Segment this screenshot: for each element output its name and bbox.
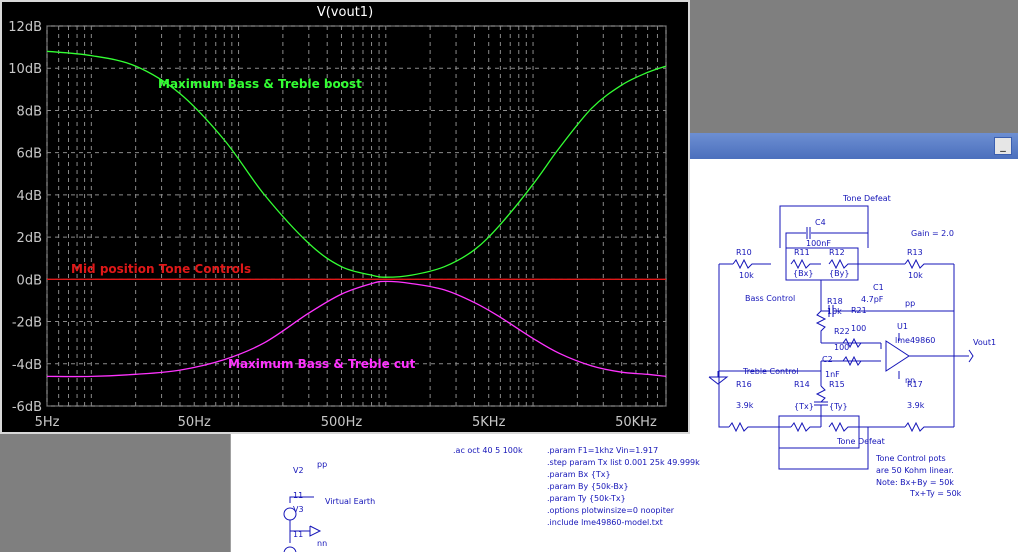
r22-value: 100 (834, 343, 849, 352)
r18-value: 10k (827, 307, 842, 316)
r14-value: {Tx} (794, 402, 814, 411)
r16-label: R16 (736, 380, 752, 389)
v3-value: 11 (293, 530, 303, 539)
r17-label: R17 (907, 380, 923, 389)
r12-label: R12 (829, 248, 845, 257)
directive-step: .step param Tx list 0.001 25k 49.999k (547, 458, 700, 467)
r10-value: 10k (739, 271, 754, 280)
gain-label: Gain = 2.0 (911, 229, 954, 238)
plot-title: V(vout1) (316, 5, 374, 20)
directive-param-ty: .param Ty {50k-Tx} (547, 494, 626, 503)
y-axis-ticks: 12dB 10dB 8dB 6dB 4dB 2dB 0dB -2dB -4dB -6dB (8, 20, 42, 415)
note-line-3: Note: Bx+By = 50k (876, 478, 954, 487)
u1-label: U1 (897, 322, 908, 331)
note-line-4: Tx+Ty = 50k (909, 489, 962, 498)
y-tick-label: -2dB (12, 316, 42, 331)
v2-value: 11 (293, 491, 303, 500)
x-axis-ticks: 5Hz 50Hz 500Hz 5KHz 50KHz (35, 415, 657, 430)
boost-annotation: Maximum Bass & Treble boost (158, 77, 362, 91)
y-tick-label: 0dB (17, 273, 42, 288)
r10-label: R10 (736, 248, 752, 257)
directive-param-bx: .param Bx {Tx} (547, 470, 611, 479)
r15-label: R15 (829, 380, 845, 389)
waveform-plot[interactable]: 12dB10dB8dB6dB4dB2dB0dB-2dB-4dB-6dB 5Hz 5… (2, 2, 688, 432)
x-tick-label: 50Hz (178, 415, 211, 430)
cut-annotation: Maximum Bass & Treble cut (228, 357, 416, 371)
v3-label: V3 (293, 505, 304, 514)
y-tick-label: 6dB (17, 147, 42, 162)
r16-value: 3.9k (736, 401, 754, 410)
r13-value: 10k (908, 271, 923, 280)
r11-label: R11 (794, 248, 810, 257)
pp-supply-label: pp (317, 460, 327, 469)
pp-label: pp (905, 299, 915, 308)
r15-value: {Ty} (829, 402, 848, 411)
pot-note: Tone Control pots are 50 Kohm linear. No… (875, 454, 962, 498)
y-tick-label: -4dB (12, 358, 42, 373)
c4-label: C4 (815, 218, 826, 227)
waveform-plot-window[interactable]: 12dB 10dB 8dB 6dB 4dB 2dB 0dB -2dB -4dB -6dB 5Hz 5… (0, 0, 690, 434)
c1-label: C1 (873, 283, 884, 292)
r21-label: R21 (851, 306, 867, 315)
r14-label: R14 (794, 380, 810, 389)
directive-options: .options plotwinsize=0 noopiter (547, 506, 675, 515)
r12-value: {By} (829, 269, 849, 278)
vout-label: Vout1 (973, 338, 996, 347)
r11-value: {Bx} (793, 269, 813, 278)
c2-label: C2 (822, 355, 833, 364)
tone-defeat-top-label: Tone Defeat (842, 194, 891, 203)
v2-label: V2 (293, 466, 304, 475)
mid-annotation: Mid position Tone Controls (71, 262, 251, 276)
x-tick-label: 50KHz (615, 415, 657, 430)
r13-label: R13 (907, 248, 923, 257)
tone-defeat-bottom-label: Tone Defeat (836, 437, 885, 446)
y-tick-label: -6dB (12, 400, 42, 415)
x-tick-label: 5Hz (35, 415, 60, 430)
directive-param-f1: .param F1=1khz Vin=1.917 (547, 446, 658, 455)
y-tick-label: 2dB (17, 231, 42, 246)
note-line-1: Tone Control pots (875, 454, 946, 463)
r18-label: R18 (827, 297, 843, 306)
x-tick-label: 500Hz (321, 415, 363, 430)
y-tick-label: 10dB (8, 62, 42, 77)
u1-value: lme49860 (895, 336, 935, 345)
r17-value: 3.9k (907, 401, 925, 410)
r22-label: R22 (834, 327, 850, 336)
nn-supply-label: nn (317, 539, 327, 548)
c2-value: 1nF (825, 370, 840, 379)
minimize-icon[interactable]: _ (994, 137, 1012, 155)
plot-curves (46, 50, 667, 378)
c4-value: 100nF (806, 239, 831, 248)
r21-value: 100 (851, 324, 866, 333)
x-tick-label: 5KHz (472, 415, 506, 430)
bass-control-label: Bass Control (745, 294, 795, 303)
y-tick-label: 12dB (8, 20, 42, 35)
c1-value: 4.7pF (861, 295, 884, 304)
directive-include: .include lme49860-model.txt (547, 518, 663, 527)
directive-param-by: .param By {50k-Bx} (547, 482, 629, 491)
y-tick-label: 8dB (17, 104, 42, 119)
directive-ac: .ac oct 40 5 100k (453, 446, 523, 455)
y-tick-label: 4dB (17, 189, 42, 204)
spice-directives: .ac oct 40 5 100k .param F1=1khz Vin=1.9… (453, 446, 700, 527)
note-line-2: are 50 Kohm linear. (876, 466, 954, 475)
treble-control-label: Treble Control (742, 367, 798, 376)
virtual-earth-label: Virtual Earth (325, 497, 375, 506)
